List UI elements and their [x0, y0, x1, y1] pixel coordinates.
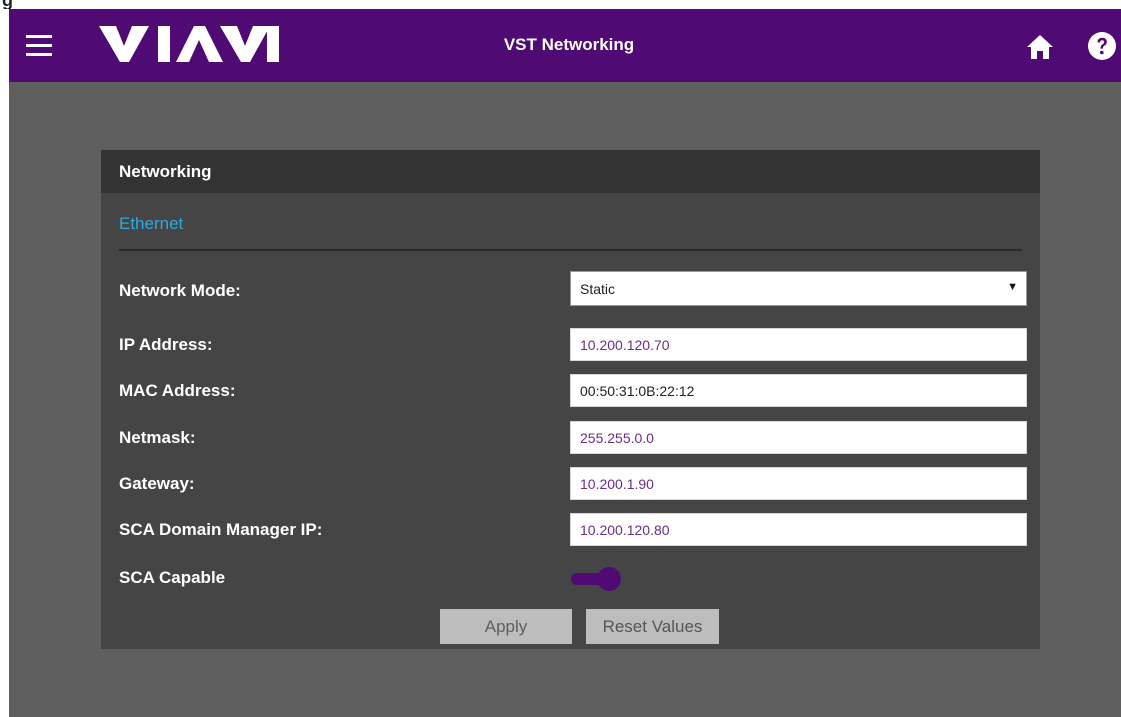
ip-address-value: 10.200.120.70 [580, 337, 670, 353]
dropdown-arrow-icon: ▼ [1007, 281, 1018, 293]
tab-divider [119, 249, 1022, 251]
sca-domain-manager-ip-value: 10.200.120.80 [580, 522, 670, 538]
mac-address-value: 00:50:31:0B:22:12 [580, 383, 695, 399]
gateway-label: Gateway: [119, 474, 195, 493]
help-icon[interactable] [1087, 31, 1117, 61]
mac-address-label: MAC Address: [119, 381, 236, 400]
apply-button[interactable]: Apply [440, 609, 572, 644]
sca-capable-toggle[interactable] [571, 567, 621, 591]
network-mode-label: Network Mode: [119, 281, 241, 300]
gateway-input[interactable]: 10.200.1.90 [570, 467, 1027, 500]
ip-address-input[interactable]: 10.200.120.70 [570, 328, 1027, 361]
panel-header: Networking [101, 150, 1040, 193]
partial-caption-text: g [2, 0, 13, 9]
reset-values-button[interactable]: Reset Values [586, 609, 719, 644]
app-window: VST Networking Networking Ethernet Netwo… [9, 9, 1121, 717]
network-mode-select[interactable]: Static ▼ [570, 271, 1027, 306]
ip-address-label: IP Address: [119, 335, 213, 354]
hamburger-menu-icon[interactable] [26, 35, 52, 57]
viavi-logo [99, 24, 279, 64]
app-header: VST Networking [9, 9, 1121, 82]
sca-capable-label: SCA Capable [119, 568, 226, 587]
toggle-knob [597, 567, 621, 591]
mac-address-field: 00:50:31:0B:22:12 [570, 374, 1027, 407]
netmask-label: Netmask: [119, 428, 196, 447]
tab-ethernet[interactable]: Ethernet [119, 214, 183, 234]
sca-domain-manager-ip-label: SCA Domain Manager IP: [119, 520, 323, 539]
netmask-input[interactable]: 255.255.0.0 [570, 421, 1027, 454]
home-icon[interactable] [1026, 33, 1054, 61]
networking-panel: Networking Ethernet Network Mode: Static… [101, 150, 1040, 649]
gateway-value: 10.200.1.90 [580, 476, 654, 492]
sca-domain-manager-ip-input[interactable]: 10.200.120.80 [570, 513, 1027, 546]
page-title: VST Networking [503, 35, 635, 54]
partial-caption-strip: g [0, 0, 1121, 9]
network-mode-value: Static [580, 281, 616, 297]
netmask-value: 255.255.0.0 [580, 430, 654, 446]
panel-title: Networking [119, 162, 212, 181]
